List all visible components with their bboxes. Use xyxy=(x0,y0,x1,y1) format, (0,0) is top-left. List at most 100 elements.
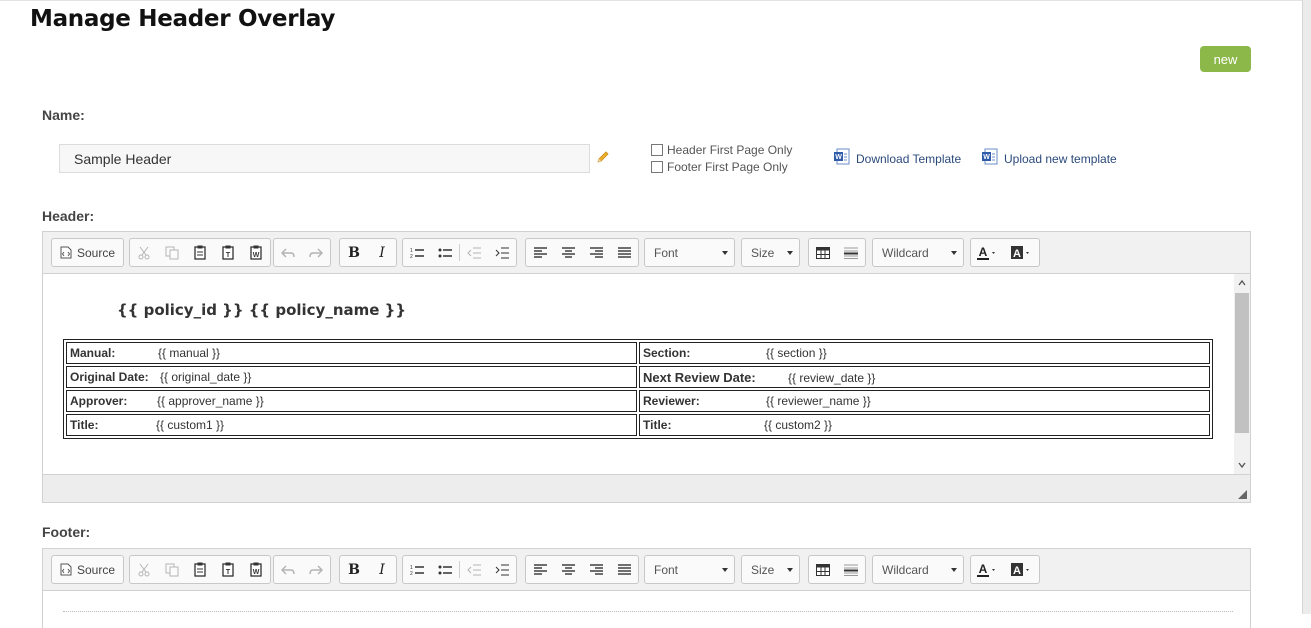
cell-value: {{ review_date }} xyxy=(788,370,876,385)
wildcard-select[interactable]: Wildcard xyxy=(872,238,964,267)
cut-button[interactable] xyxy=(130,239,158,266)
download-template-link[interactable]: W Download Template xyxy=(833,148,961,166)
chevron-down-icon xyxy=(787,568,793,572)
undo-button[interactable] xyxy=(274,239,302,266)
clipboard-group: T W xyxy=(129,238,271,267)
font-select-label: Font xyxy=(654,245,679,260)
align-group xyxy=(525,238,639,267)
paste-button[interactable] xyxy=(186,239,214,266)
background-color-button[interactable]: A xyxy=(1005,239,1039,266)
paste-word-button[interactable]: W xyxy=(242,556,270,583)
download-template-label[interactable]: Download Template xyxy=(856,152,961,166)
horizontal-rule-button[interactable] xyxy=(837,556,865,583)
table-cell: Manual: {{ manual }} xyxy=(66,342,637,364)
font-select[interactable]: Font xyxy=(644,555,735,584)
name-input[interactable] xyxy=(59,144,590,173)
paste-button[interactable] xyxy=(186,556,214,583)
horizontal-rule-button[interactable] xyxy=(837,239,865,266)
align-center-icon xyxy=(561,564,575,575)
header-editor-content[interactable]: {{ policy_id }} {{ policy_name }} Manual… xyxy=(43,274,1250,474)
editor-scrollbar[interactable] xyxy=(1234,274,1250,474)
cell-value: {{ section }} xyxy=(766,346,827,360)
paste-text-button[interactable]: T xyxy=(214,239,242,266)
upload-template-label[interactable]: Upload new template xyxy=(1004,152,1117,166)
font-select-label: Font xyxy=(654,562,679,577)
source-group: Source xyxy=(51,555,125,584)
upload-template-link[interactable]: W Upload new template xyxy=(981,148,1117,166)
size-select[interactable]: Size xyxy=(741,555,800,584)
align-group xyxy=(525,555,639,584)
size-select[interactable]: Size xyxy=(741,238,800,267)
table-button[interactable] xyxy=(809,556,837,583)
table-row: Manual: {{ manual }} Section: {{ section }… xyxy=(66,342,1210,364)
undo-button[interactable] xyxy=(274,556,302,583)
numbered-list-button[interactable]: 12 xyxy=(403,556,431,583)
cut-button[interactable] xyxy=(130,556,158,583)
table-button[interactable] xyxy=(809,239,837,266)
align-center-button[interactable] xyxy=(554,556,582,583)
bold-button[interactable]: B xyxy=(340,556,368,583)
wildcard-select[interactable]: Wildcard xyxy=(872,555,964,584)
checkbox-box[interactable] xyxy=(651,161,663,173)
chevron-up-icon[interactable] xyxy=(1237,278,1247,288)
paste-icon xyxy=(194,245,206,260)
align-right-button[interactable] xyxy=(582,239,610,266)
bulleted-list-button[interactable] xyxy=(431,239,459,266)
paste-word-button[interactable]: W xyxy=(242,239,270,266)
checkbox-box[interactable] xyxy=(651,144,663,156)
pencil-icon[interactable] xyxy=(596,150,610,164)
resize-handle-icon[interactable] xyxy=(1238,490,1247,499)
text-color-button[interactable]: A xyxy=(971,556,1005,583)
source-button[interactable]: Source xyxy=(52,239,123,266)
bulleted-list-button[interactable] xyxy=(431,556,459,583)
indent-button[interactable] xyxy=(488,239,516,266)
editor-toolbar: Source T W B I 12 Font Size Wildcard A A xyxy=(43,549,1250,591)
numbered-list-button[interactable]: 12 xyxy=(403,239,431,266)
header-editor: Source T W B I 12 Font Size Wildcard A A… xyxy=(42,231,1251,503)
cell-value: {{ manual }} xyxy=(158,346,221,360)
header-first-page-only-checkbox[interactable]: Header First Page Only xyxy=(651,143,792,157)
wildcard-select-label: Wildcard xyxy=(882,562,929,577)
redo-button[interactable] xyxy=(302,556,330,583)
numbered-list-icon: 12 xyxy=(410,565,424,576)
header-info-table: Manual: {{ manual }} Section: {{ section }… xyxy=(63,339,1213,439)
scissors-icon xyxy=(138,246,150,259)
footer-editor-content[interactable] xyxy=(43,591,1250,621)
chevron-down-icon[interactable] xyxy=(1237,460,1247,470)
page-scrollbar[interactable] xyxy=(1302,0,1311,614)
justify-button[interactable] xyxy=(610,556,638,583)
bold-button[interactable]: B xyxy=(340,239,368,266)
indent-button[interactable] xyxy=(488,556,516,583)
history-group xyxy=(273,238,331,267)
table-cell: Section: {{ section }} xyxy=(639,342,1210,364)
footer-first-page-only-checkbox[interactable]: Footer First Page Only xyxy=(651,160,788,174)
outdent-button[interactable] xyxy=(460,239,488,266)
copy-button[interactable] xyxy=(158,556,186,583)
cell-value: {{ custom2 }} xyxy=(764,418,833,432)
undo-icon xyxy=(281,247,295,258)
background-color-button[interactable]: A xyxy=(1005,556,1039,583)
new-button[interactable]: new xyxy=(1200,46,1251,72)
paste-text-button[interactable]: T xyxy=(214,556,242,583)
align-center-icon xyxy=(561,247,575,258)
text-color-button[interactable]: A xyxy=(971,239,1005,266)
italic-button[interactable]: I xyxy=(368,239,396,266)
align-center-button[interactable] xyxy=(554,239,582,266)
italic-button[interactable]: I xyxy=(368,556,396,583)
font-select[interactable]: Font xyxy=(644,238,735,267)
justify-button[interactable] xyxy=(610,239,638,266)
scrollbar-thumb[interactable] xyxy=(1235,293,1249,433)
header-placeholder-title: {{ policy_id }} {{ policy_name }} xyxy=(117,301,407,319)
cell-key: Approver: xyxy=(70,394,128,408)
footer-editor: Source T W B I 12 Font Size Wildcard A A xyxy=(42,548,1251,628)
copy-button[interactable] xyxy=(158,239,186,266)
outdent-button[interactable] xyxy=(460,556,488,583)
redo-button[interactable] xyxy=(302,239,330,266)
checkbox-label: Header First Page Only xyxy=(667,143,793,157)
source-button[interactable]: Source xyxy=(52,556,123,583)
align-right-button[interactable] xyxy=(582,556,610,583)
align-left-button[interactable] xyxy=(526,239,554,266)
justify-icon xyxy=(617,564,631,575)
align-left-button[interactable] xyxy=(526,556,554,583)
source-icon xyxy=(60,246,72,259)
